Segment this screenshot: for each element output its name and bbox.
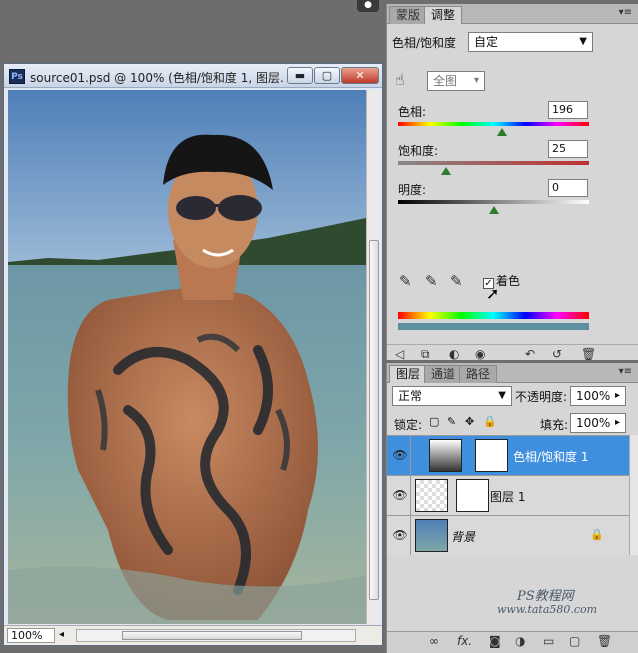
lock-icon: 🔒	[590, 528, 604, 541]
delete-layer-icon[interactable]: 🗑	[597, 634, 612, 648]
layers-panel: 图层 通道 路径 ▾≡ 正常 ▼ 不透明度: 100% ▸ 锁定: ▢ ✎ ✥ 🔒 …	[386, 363, 638, 653]
eyedropper-minus-icon[interactable]: ✎	[450, 272, 463, 290]
hue-slider-handle[interactable]	[497, 128, 507, 136]
saturation-label: 饱和度:	[398, 144, 439, 158]
delete-icon[interactable]: 🗑	[581, 347, 596, 361]
document-window: Ps source01.psd @ 100% (色相/饱和度 1, 图层... …	[3, 63, 383, 646]
link-layers-icon[interactable]: ∞	[429, 634, 439, 648]
eye-icon[interactable]: 👁	[391, 488, 409, 502]
adjustments-panel: 蒙版 调整 ▾≡ 色相/饱和度 自定 ▼ ☝ 全图 ▾ 色相: 196 饱和度: 2…	[386, 4, 638, 362]
layer-mask-thumbnail	[456, 479, 489, 512]
fill-input[interactable]: 100% ▸	[570, 413, 626, 433]
watermark-url: www.tata580.com	[497, 603, 598, 616]
status-arrow-icon[interactable]: ◂	[59, 629, 64, 640]
opacity-input[interactable]: 100% ▸	[570, 386, 626, 406]
beach-photo	[8, 90, 366, 624]
output-color-bar	[398, 323, 589, 330]
layer-row-background[interactable]: 👁 背景 🔒	[387, 515, 630, 555]
new-layer-icon[interactable]: ▢	[569, 634, 580, 648]
mouse-cursor-icon: ➚	[486, 284, 500, 303]
lightness-input[interactable]: 0	[548, 179, 588, 197]
add-mask-icon[interactable]: ◙	[489, 634, 501, 648]
eye-icon[interactable]: 👁	[391, 528, 409, 542]
layer-row-hue-saturation[interactable]: 👁 色相/饱和度 1	[387, 435, 630, 475]
eyedropper-icon[interactable]: ✎	[399, 272, 412, 290]
lock-position-icon[interactable]: ✥	[465, 415, 474, 428]
layers-scrollbar[interactable]	[629, 435, 638, 555]
photoshop-logo-icon: Ps	[9, 69, 25, 84]
tab-masks[interactable]: 蒙版	[389, 6, 428, 24]
back-icon[interactable]: ◁	[395, 347, 404, 361]
lightness-slider-track[interactable]	[398, 200, 589, 204]
previous-state-icon[interactable]: ↶	[525, 347, 535, 361]
visibility-icon[interactable]: ◉	[475, 347, 485, 361]
layer-name: 图层 1	[490, 490, 526, 504]
tattoo-layer-thumbnail	[415, 479, 448, 512]
maximize-button[interactable]: ▢	[314, 67, 340, 84]
clip-layer-icon[interactable]: ◐	[449, 347, 459, 361]
saturation-input[interactable]: 25	[548, 140, 588, 158]
lightness-slider-handle[interactable]	[489, 206, 499, 214]
adjustments-toolbar: ◁ ⧉ ◐ ◉ ↶ ↺ 🗑	[387, 344, 638, 362]
zoom-field[interactable]: 100%	[7, 628, 55, 643]
saturation-slider-track[interactable]	[398, 161, 589, 165]
horizontal-scrollbar[interactable]	[76, 629, 356, 642]
expand-view-icon[interactable]: ⧉	[421, 347, 430, 362]
tab-paths[interactable]: 路径	[459, 365, 498, 383]
new-adjustment-icon[interactable]: ◑	[515, 634, 525, 648]
hue-input[interactable]: 196	[548, 101, 588, 119]
layers-menu-icon[interactable]: ▾≡	[619, 366, 632, 377]
tab-adjustments[interactable]: 调整	[424, 6, 463, 24]
document-title: source01.psd @ 100% (色相/饱和度 1, 图层...	[30, 71, 285, 85]
tab-layers[interactable]: 图层	[389, 365, 428, 383]
watermark-site: PS教程网	[517, 589, 574, 604]
layers-toolbar: ∞ fx. ◙ ◑ ▭ ▢ 🗑	[387, 631, 638, 653]
lock-pixels-icon[interactable]: ✎	[447, 415, 456, 428]
close-button[interactable]: ✕	[341, 67, 379, 84]
fill-label: 填充:	[540, 418, 569, 432]
adjustment-thumbnail-icon	[429, 439, 462, 472]
vertical-scrollbar[interactable]	[366, 90, 381, 624]
lock-transparency-icon[interactable]: ▢	[429, 415, 439, 428]
lock-all-icon[interactable]: 🔒	[483, 415, 497, 428]
layer-name: 色相/饱和度 1	[513, 450, 589, 464]
image-canvas[interactable]	[8, 90, 366, 624]
status-bar: 100% ◂	[4, 625, 382, 645]
blend-mode-select[interactable]: 正常 ▼	[392, 386, 512, 406]
eye-icon[interactable]: 👁	[391, 448, 409, 462]
tab-channels[interactable]: 通道	[424, 365, 463, 383]
info-icon: ●	[357, 0, 379, 12]
minimize-button[interactable]: ▬	[287, 67, 313, 84]
preset-select[interactable]: 自定 ▼	[468, 32, 593, 52]
panel-menu-icon[interactable]: ▾≡	[619, 7, 632, 18]
lock-label: 锁定:	[394, 418, 423, 432]
channel-select[interactable]: 全图 ▾	[427, 71, 485, 91]
saturation-slider-handle[interactable]	[441, 167, 451, 175]
opacity-label: 不透明度:	[515, 390, 568, 404]
new-group-icon[interactable]: ▭	[543, 634, 554, 648]
background-thumbnail	[415, 519, 448, 552]
hue-label: 色相:	[398, 105, 427, 119]
hue-slider-track[interactable]	[398, 122, 589, 126]
adjustment-name: 色相/饱和度	[392, 36, 457, 50]
eyedropper-plus-icon[interactable]: ✎	[425, 272, 438, 290]
input-color-bar	[398, 312, 589, 319]
layer-name: 背景	[451, 530, 476, 544]
layer-mask-thumbnail	[475, 439, 508, 472]
layer-row-layer1[interactable]: 👁 图层 1	[387, 475, 630, 515]
reset-icon[interactable]: ↺	[552, 347, 562, 361]
hand-adjust-icon[interactable]: ☝	[395, 70, 405, 89]
document-titlebar[interactable]: Ps source01.psd @ 100% (色相/饱和度 1, 图层... …	[4, 64, 382, 88]
layer-style-icon[interactable]: fx.	[457, 634, 472, 648]
colorize-label: 着色	[496, 274, 521, 288]
lightness-label: 明度:	[398, 183, 427, 197]
